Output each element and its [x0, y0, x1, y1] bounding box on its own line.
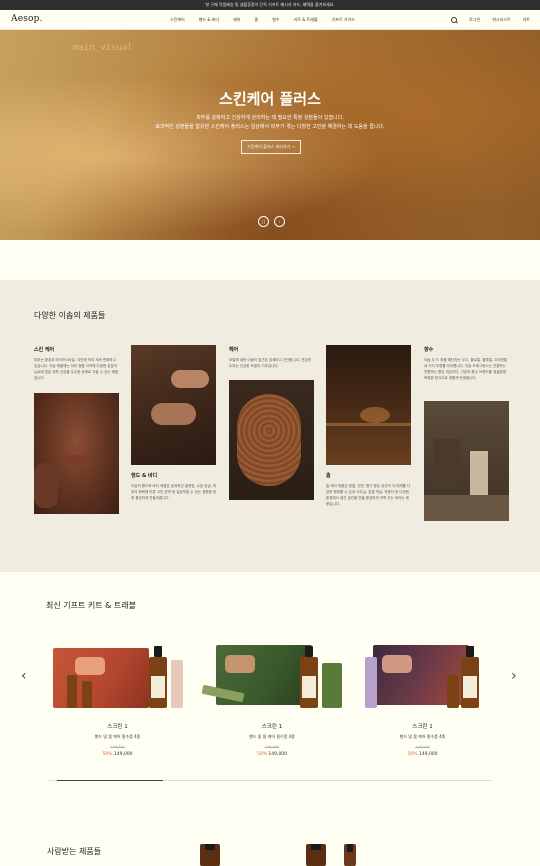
nav-item-hand-body[interactable]: 핸드 & 바디	[199, 17, 219, 23]
fragrance-image[interactable]	[424, 401, 509, 521]
product-name-2[interactable]: 스크린 1	[202, 722, 342, 730]
sale-price: 149,000	[268, 752, 288, 757]
logo[interactable]: Aesop.	[11, 14, 43, 24]
hand-shape	[171, 370, 209, 388]
product-name-3[interactable]: 스크린 1	[355, 722, 490, 730]
categories-section: 다양한 이솝의 제품들 스킨 케어 피부는 환경과 라이프스타일, 식단에 따라…	[0, 280, 540, 572]
carousel-prev-arrow[interactable]: ‹	[21, 668, 27, 684]
product-price-1: 50% 149,000	[50, 752, 185, 757]
discount-rate: 50%	[256, 752, 267, 757]
small-bottle	[67, 675, 77, 708]
nav-item-fragrance[interactable]: 향수	[272, 17, 279, 23]
bottle	[300, 657, 318, 708]
product-image-1[interactable]	[50, 645, 185, 708]
bottle-preview[interactable]	[200, 844, 220, 866]
bottle	[149, 657, 167, 708]
box-label	[75, 657, 105, 675]
product-original-price-1: 149,000	[110, 745, 125, 749]
next-slide-button[interactable]: ›	[274, 216, 285, 227]
hero-tag: main_visual	[73, 43, 133, 53]
sale-price: 149,000	[113, 752, 133, 757]
cart-link[interactable]: 카트	[523, 17, 530, 23]
tube	[322, 663, 342, 708]
bottle	[461, 657, 479, 708]
shelf-shape	[326, 423, 411, 426]
product-subtitle-1: 핸드 및 몸 케어 필수품 4종	[94, 734, 141, 739]
tube	[171, 660, 183, 708]
nav-item-hair[interactable]: 헤어	[233, 17, 240, 23]
small-bottle	[447, 675, 459, 708]
product-subtitle-3: 핸드 및 몸 케어 필수품 4종	[399, 734, 446, 739]
sale-price: 149,000	[418, 752, 438, 757]
product-subtitle-2: 핸드 및 몸 케어 필수품 4종	[249, 734, 295, 739]
section-title: 최신 기프트 키트 & 트래블	[46, 601, 137, 610]
bottle-cap	[466, 646, 474, 657]
product-original-price-2: 149,000	[264, 745, 280, 749]
wishlist-link[interactable]: 위시리스트	[492, 17, 510, 23]
search-icon[interactable]	[451, 17, 458, 23]
product-name-1[interactable]: 스크린 1	[50, 722, 185, 730]
hand-shape-lower	[151, 403, 196, 425]
product-image-3[interactable]	[365, 645, 485, 708]
nav-item-kits-travel[interactable]: 키트 & 트래블	[294, 17, 318, 23]
hero-cta-button[interactable]: 스킨케어 플러스 보러가기 →	[241, 140, 301, 154]
product-original-price-3: 149,000	[415, 745, 430, 749]
nav-item-skincare[interactable]: 스킨케어	[170, 17, 185, 23]
bottle-cap	[305, 646, 313, 657]
main-nav: 스킨케어 핸드 & 바디 헤어 홈 향수 키트 & 트래블 기프트 가이드	[170, 10, 355, 30]
hero-line-2: 효과적인 성분들을 함유한 스킨케어 플러스는 일상에서 피부가 겪는 다양한 …	[155, 124, 385, 130]
hand-body-image[interactable]	[131, 345, 216, 465]
category-title-hair[interactable]: 헤어	[229, 346, 238, 353]
category-desc-hand-body: 이솝의 핸드와 바디 제품은 효과적인 클렌징, 수분 공급, 피부의 회복에 …	[131, 484, 217, 500]
curly-hair-shape	[237, 394, 301, 486]
main-visual: main_visual 스킨케어 플러스 피부를 강화하고 건강하게 관리하는 …	[0, 30, 540, 240]
floor-shape	[424, 495, 509, 521]
discount-rate: 50%	[102, 752, 113, 757]
category-desc-hair: 모발에 대한 이솝의 접근은 섬세하고 간단합니다. 건강한 두피는 건강한 모…	[229, 358, 311, 368]
skincare-image[interactable]	[34, 393, 119, 514]
section-title: 다양한 이솝의 제품들	[34, 311, 106, 320]
nav-item-gift-guide[interactable]: 기프트 가이드	[332, 17, 355, 23]
nav-item-home[interactable]: 홈	[255, 17, 259, 23]
box-label	[225, 655, 255, 673]
hand-shape	[34, 463, 58, 508]
product-price-2: 50% 149,000	[202, 752, 342, 757]
product-price-3: 50% 149,000	[355, 752, 490, 757]
dropper-bottle-preview[interactable]	[344, 844, 356, 866]
category-title-fragrance[interactable]: 향수	[424, 346, 433, 353]
carousel-progress	[57, 780, 164, 781]
category-desc-home: 홈 케어 제품은 청결, 건전, 향기 향유 공간의 각 미래를 다양한 행위를…	[326, 484, 411, 506]
light-glow	[360, 407, 390, 423]
pedestal-shape	[470, 451, 488, 495]
small-bottle	[82, 681, 92, 708]
lips-shape	[62, 455, 92, 465]
carousel-next-arrow[interactable]: ›	[511, 668, 517, 684]
product-image-2[interactable]	[201, 645, 347, 708]
category-desc-skincare: 피부는 환경과 라이프스타일, 식단에 따라 계속 변화하고 있습니다. 이솝 …	[34, 358, 119, 380]
hair-image[interactable]	[229, 380, 314, 500]
utility-nav: 로그인 위시리스트 카트	[451, 10, 530, 30]
pause-button[interactable]: ||	[258, 216, 269, 227]
site-header: Aesop. 스킨케어 핸드 & 바디 헤어 홈 향수 키트 & 트래블 기프트…	[0, 10, 540, 30]
bottle-preview[interactable]	[306, 844, 326, 866]
discount-rate: 50%	[407, 752, 418, 757]
category-title-skincare[interactable]: 스킨 케어	[34, 346, 54, 353]
promo-bar: 첫 구매 작품배송 및 샘플증정이 단독 기프트 메시지 카드, 혜택을 즐겨보…	[0, 0, 540, 10]
section-title: 사랑받는 제품들	[47, 847, 102, 856]
login-link[interactable]: 로그인	[469, 17, 480, 23]
category-title-home[interactable]: 홈	[326, 472, 331, 479]
category-desc-fragrance: 이솝 우 드 퍼퓸 예단자는 우디, 플로럴, 플루랄, 오리엔탈 네 가지 부…	[424, 358, 508, 380]
box-label	[382, 655, 412, 673]
carousel-track[interactable]	[49, 780, 492, 781]
home-image[interactable]	[326, 345, 411, 465]
hero-line-1: 피부를 강화하고 건강하게 관리하는 데 필요한 특정 성분들이 있습니다.	[196, 115, 344, 121]
tube	[365, 657, 377, 708]
bottle-cap	[154, 646, 162, 657]
category-title-hand-body[interactable]: 핸드 & 바디	[131, 472, 157, 479]
chair-shape	[434, 439, 460, 489]
hero-title: 스킨케어 플러스	[219, 90, 321, 108]
